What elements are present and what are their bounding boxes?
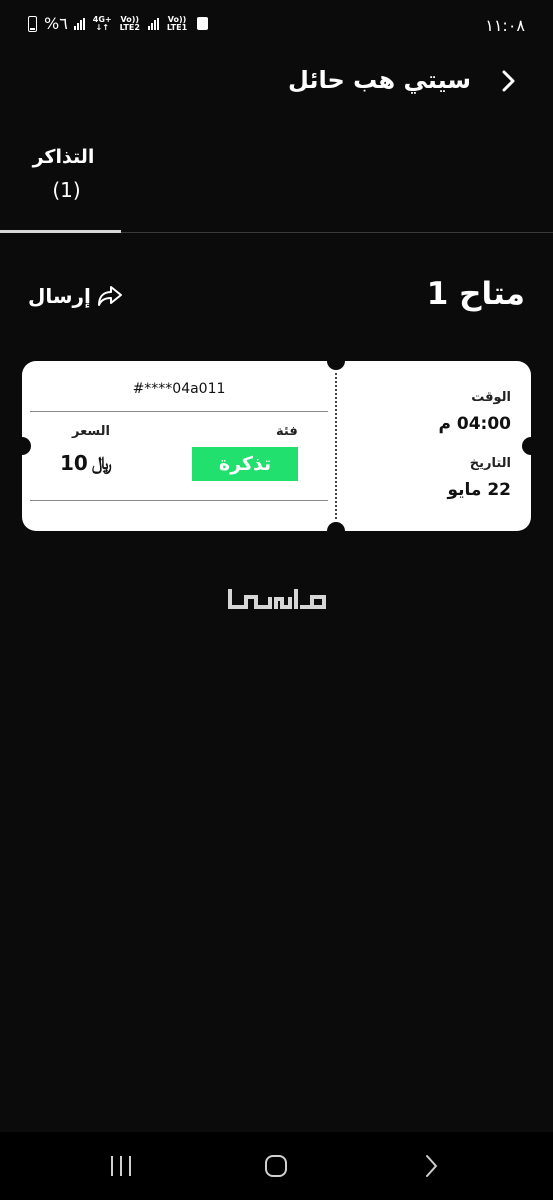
battery-percent: %٦ — [44, 14, 68, 33]
tab-tickets-label: التذاكر — [32, 146, 95, 168]
ticket-notch-left — [13, 437, 31, 455]
send-button[interactable]: إرسال — [28, 284, 123, 308]
ticket-notch-right — [522, 437, 540, 455]
notification-icon — [197, 17, 209, 30]
battery-icon — [28, 15, 37, 32]
ticket-notch-bottom — [327, 522, 345, 540]
date-value: 22 مايو — [447, 480, 511, 500]
ticket-card[interactable]: #****04a011 السعر 10 ﷼ فئة تذكرة دخول ال… — [13, 352, 540, 540]
price-value: 10 ﷼ — [60, 451, 112, 475]
network-4g-label: 4G+ ↓↑ — [92, 14, 112, 32]
signal-icon — [73, 17, 85, 30]
network-volte1-label: Vo)) LTE1 — [166, 14, 188, 32]
back-icon[interactable] — [422, 1154, 440, 1178]
status-time: ١١:٠٨ — [485, 16, 525, 35]
category-label: فئة — [276, 424, 298, 439]
page-title: سيتي هب حائل — [288, 66, 471, 94]
mstaml-logo — [228, 589, 326, 609]
price-amount: 10 — [60, 451, 88, 475]
tab-tickets-count: (1) — [52, 178, 81, 202]
status-indicators: %٦ 4G+ ↓↑ Vo)) LTE2 Vo)) LTE1 — [28, 14, 209, 33]
tab-selected-indicator — [0, 230, 121, 233]
available-count: متاح 1 — [426, 276, 525, 312]
ticket-perforation — [335, 373, 337, 519]
system-nav-bar — [0, 1132, 553, 1200]
time-label: الوقت — [471, 390, 511, 405]
chevron-right-icon[interactable] — [495, 68, 521, 94]
category-badge: تذكرة دخول — [192, 447, 298, 509]
ticket-id: #****04a011 — [132, 381, 226, 397]
price-label: السعر — [72, 424, 110, 439]
time-value: 04:00 م — [438, 414, 511, 434]
home-icon[interactable] — [264, 1154, 288, 1178]
signal-icon-2 — [147, 17, 159, 30]
send-label: إرسال — [28, 284, 91, 308]
ticket-divider-top — [30, 411, 328, 412]
network-volte2-label: Vo)) LTE2 — [119, 14, 140, 32]
tab-tickets[interactable]: التذاكر (1) — [0, 136, 121, 233]
tab-bar: التذاكر (1) — [0, 136, 553, 233]
recents-icon[interactable] — [108, 1154, 134, 1178]
riyal-currency-icon: ﷼ — [91, 452, 112, 474]
share-icon — [97, 286, 122, 306]
ticket-divider-bottom — [30, 500, 328, 501]
app-screen: %٦ 4G+ ↓↑ Vo)) LTE2 Vo)) LTE1 ١١:٠٨ سيتي … — [0, 0, 553, 1200]
header: سيتي هب حائل — [0, 58, 553, 106]
date-label: التاريخ — [469, 456, 511, 471]
status-bar: %٦ 4G+ ↓↑ Vo)) LTE2 Vo)) LTE1 ١١:٠٨ — [0, 0, 553, 50]
ticket-notch-top — [327, 352, 345, 370]
